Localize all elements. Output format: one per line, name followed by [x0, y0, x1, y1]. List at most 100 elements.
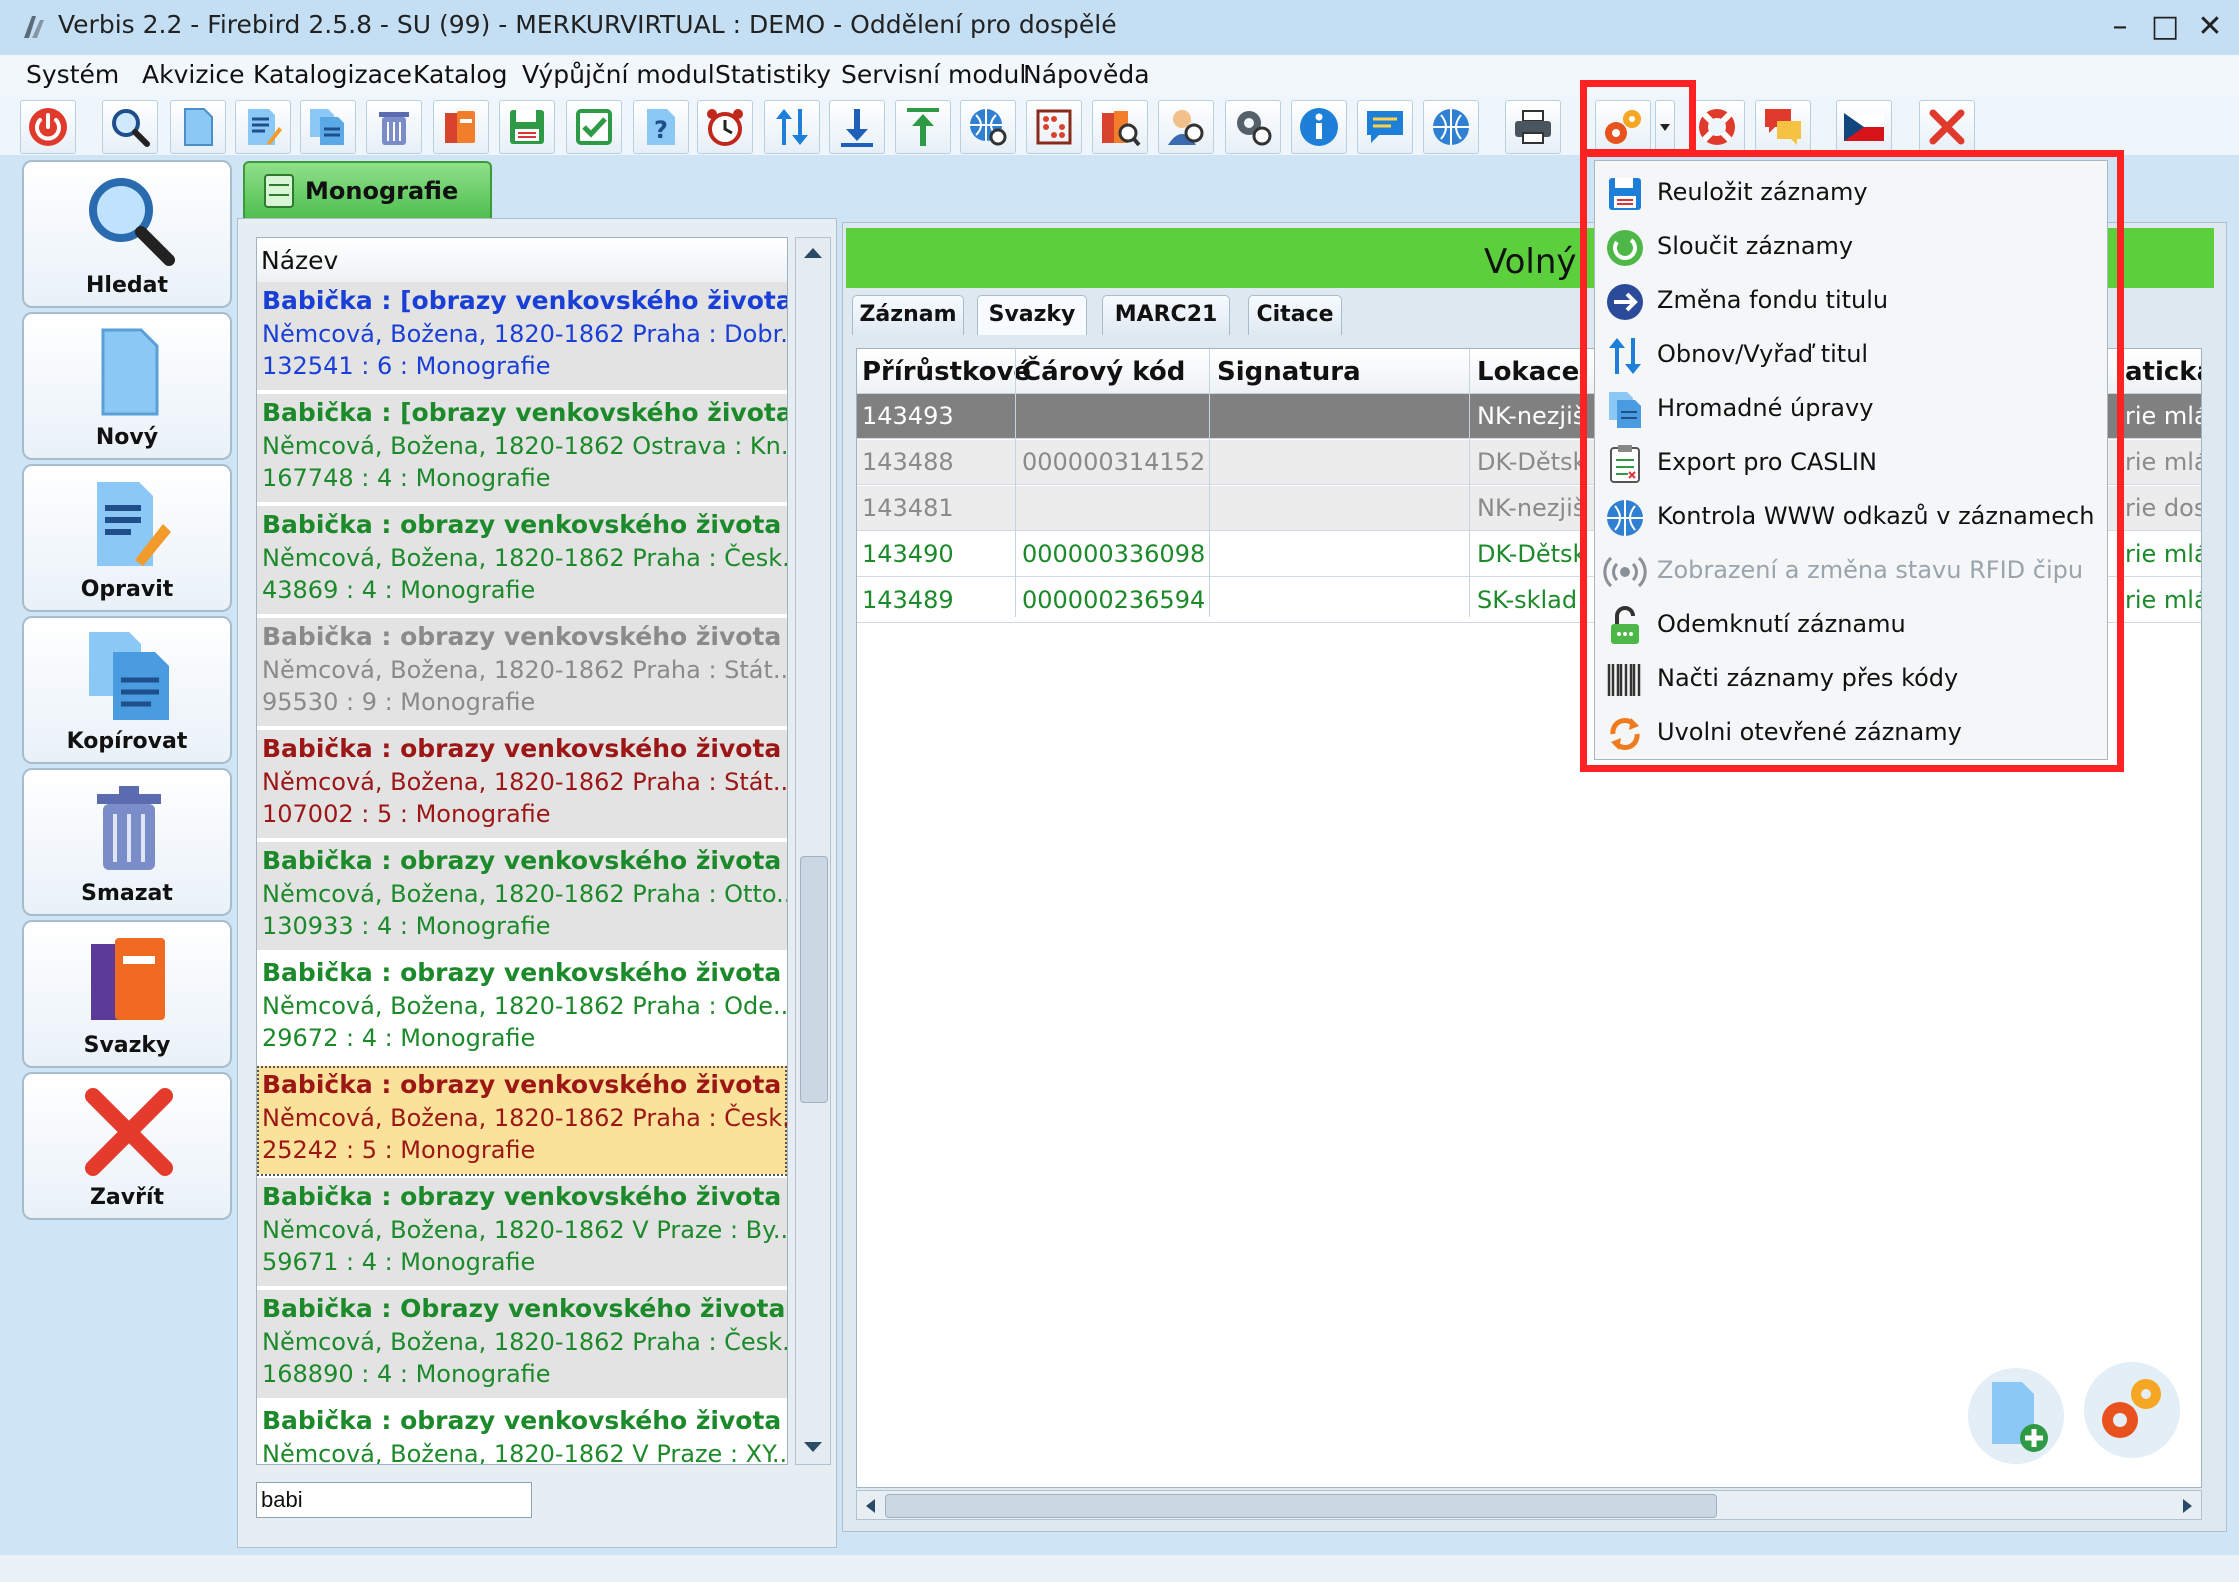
tab-svazky[interactable]: Svazky — [977, 295, 1087, 335]
menu-system[interactable]: Systém — [26, 60, 119, 89]
list-item-title: Babička : obrazy venkovského života ... — [262, 958, 787, 987]
sidebar-edit-button[interactable]: Opravit — [22, 464, 232, 612]
volume-tools-button[interactable] — [2084, 1362, 2180, 1458]
close-button[interactable] — [1919, 100, 1975, 154]
list-search-input[interactable] — [256, 1482, 532, 1518]
list-item-author: Němcová, Božena, 1820-1862 Praha : Česk.… — [262, 1328, 787, 1356]
list-item-title: Babička : obrazy venkovského života ... — [262, 1406, 787, 1435]
tab-marc21[interactable]: MARC21 — [1102, 295, 1230, 335]
list-item-title: Babička : obrazy venkovského života ... — [262, 1070, 787, 1099]
list-item[interactable]: Babička : [obrazy venkovského života... N… — [257, 394, 787, 504]
delete-button[interactable] — [366, 100, 422, 154]
tab-monografie[interactable]: Monografie — [243, 161, 492, 218]
new-document-icon — [184, 108, 213, 146]
col-header-accession[interactable]: Přírůstkové — [862, 357, 1031, 387]
close-window-button[interactable]: ✕ — [2190, 8, 2230, 46]
list-item[interactable]: Babička : obrazy venkovského života ... N… — [257, 730, 787, 840]
list-item[interactable]: Babička : obrazy venkovského života ... N… — [257, 954, 787, 1064]
export-button[interactable] — [895, 100, 951, 154]
table-hscrollbar-thumb[interactable] — [885, 1494, 1717, 1518]
menu-statistiky[interactable]: Statistiky — [715, 60, 831, 89]
tab-zaznam[interactable]: Záznam — [852, 295, 964, 335]
copy-button[interactable] — [300, 100, 356, 154]
search-button[interactable] — [102, 100, 158, 154]
edit-button[interactable] — [235, 100, 291, 154]
print-button[interactable] — [1505, 100, 1561, 154]
check-button[interactable] — [566, 100, 622, 154]
sidebar-search-button[interactable]: Hledat — [22, 160, 232, 308]
col-header-barcode[interactable]: Čárový kód — [1022, 357, 1185, 387]
add-volume-button[interactable] — [1968, 1368, 2064, 1464]
scroll-down-icon[interactable] — [802, 1438, 824, 1456]
chat-button[interactable] — [1755, 100, 1811, 154]
list-item[interactable]: Babička : obrazy venkovského života ... N… — [257, 1066, 787, 1176]
alarm-clock-icon — [707, 109, 743, 146]
save-button[interactable] — [499, 100, 555, 154]
help-document-button[interactable]: ? — [633, 100, 689, 154]
highlight-tools-button — [1580, 80, 1696, 156]
status-strip — [0, 1555, 2239, 1582]
col-header-location[interactable]: Lokace — [1477, 357, 1579, 387]
support-button[interactable] — [1689, 100, 1745, 154]
list-item-title: Babička : [obrazy venkovského života... — [262, 286, 787, 315]
message-button[interactable] — [1357, 100, 1413, 154]
reminder-button[interactable] — [697, 100, 753, 154]
menu-servisni-modul[interactable]: Servisní modul — [841, 60, 1026, 89]
power-button[interactable] — [20, 100, 76, 154]
tab-citace[interactable]: Citace — [1248, 295, 1342, 335]
list-scrollbar-thumb[interactable] — [800, 856, 828, 1103]
menu-katalogizace[interactable]: Katalogizace — [253, 60, 412, 89]
new-button[interactable] — [170, 100, 226, 154]
scroll-right-icon[interactable] — [2179, 1497, 2195, 1515]
sidebar-volumes-button[interactable]: Svazky — [22, 920, 232, 1068]
web-search-button[interactable] — [960, 100, 1016, 154]
col-header-signature[interactable]: Signatura — [1217, 357, 1361, 387]
settings-search-button[interactable] — [1225, 100, 1281, 154]
gear-search-icon — [1237, 111, 1272, 146]
volumes-button[interactable] — [433, 100, 489, 154]
list-item[interactable]: Babička : Obrazy venkovského života ... N… — [257, 1290, 787, 1400]
import-button[interactable] — [829, 100, 885, 154]
sort-button[interactable] — [764, 100, 820, 154]
sidebar-volumes-label: Svazky — [83, 1033, 171, 1058]
cell-category: rie mlá — [2125, 448, 2202, 476]
cell-accession: 143493 — [862, 402, 954, 430]
reader-search-button[interactable] — [1158, 100, 1214, 154]
menu-napoveda[interactable]: Nápověda — [1023, 60, 1150, 89]
list-item-title: Babička : obrazy venkovského života ... — [262, 510, 787, 539]
edit-document-icon — [248, 109, 282, 145]
list-item[interactable]: Babička : [obrazy venkovského života... N… — [257, 282, 787, 392]
info-button[interactable] — [1291, 100, 1347, 154]
list-item[interactable]: Babička : obrazy venkovského života ... N… — [257, 842, 787, 952]
sidebar-copy-button[interactable]: Kopírovat — [22, 616, 232, 764]
list-item[interactable]: Babička : obrazy venkovského života ... N… — [257, 618, 787, 728]
list-header[interactable]: Název — [257, 238, 787, 283]
menu-akvizice[interactable]: Akvizice — [142, 60, 245, 89]
language-button[interactable] — [1836, 100, 1892, 154]
menu-katalog[interactable]: Katalog — [413, 60, 508, 89]
maximize-button[interactable]: □ — [2145, 8, 2185, 46]
minimize-button[interactable]: – — [2100, 8, 2140, 46]
edit-document-icon — [97, 482, 171, 566]
sidebar-new-button[interactable]: Nový — [22, 312, 232, 460]
web-button[interactable] — [1423, 100, 1479, 154]
list-item-title: Babička : obrazy venkovského života ... — [262, 734, 787, 763]
new-document-icon — [101, 328, 159, 416]
list-item[interactable]: Babička : obrazy venkovského života ... N… — [257, 506, 787, 616]
abacus-button[interactable] — [1026, 100, 1082, 154]
sidebar-close-button[interactable]: Zavřít — [22, 1072, 232, 1220]
list-item-author: Němcová, Božena, 1820-1862 Praha : Stát.… — [262, 768, 787, 796]
scroll-up-icon[interactable] — [802, 244, 824, 262]
list-item[interactable]: Babička : obrazy venkovského života ... N… — [257, 1402, 787, 1464]
sidebar-delete-button[interactable]: Smazat — [22, 768, 232, 916]
list-item-id: 167748 : 4 : Monografie — [262, 464, 551, 492]
table-hscrollbar[interactable] — [856, 1490, 2202, 1520]
list-scrollbar[interactable] — [795, 237, 831, 1465]
col-header-category[interactable]: atická — [2125, 357, 2201, 387]
list-item-author: Němcová, Božena, 1820-1862 Ostrava : Kn.… — [262, 432, 787, 460]
list-item[interactable]: Babička : obrazy venkovského života ... N… — [257, 1178, 787, 1288]
book-search-button[interactable] — [1092, 100, 1148, 154]
menu-bar: Systém Akvizice Katalogizace Katalog Výp… — [0, 55, 2239, 98]
menu-vypujcni-modul[interactable]: Výpůjční modul — [522, 60, 715, 89]
scroll-left-icon[interactable] — [863, 1497, 879, 1515]
